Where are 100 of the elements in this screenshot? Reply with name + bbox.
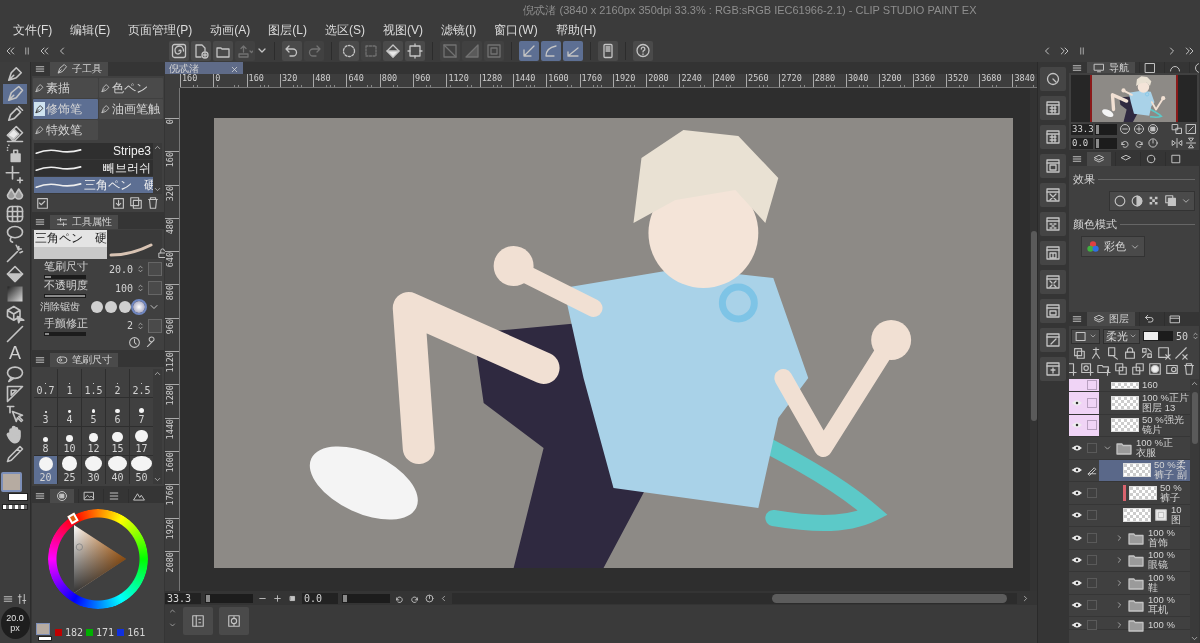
menu-item[interactable]: 滤镜(I)	[432, 21, 486, 39]
brush-name: 빼브러쉬	[103, 159, 151, 177]
size-label: 6	[114, 414, 121, 425]
section-label: 效果	[1073, 172, 1095, 187]
opacity-value: 50	[1176, 330, 1189, 342]
ruler-label: 640	[165, 252, 175, 268]
ruler-label: 3360	[914, 74, 935, 83]
subtool-group-button[interactable]: 油画笔触	[98, 99, 163, 119]
subtool-group-button[interactable]: 特效笔	[33, 120, 98, 140]
brush-size-option[interactable]: 7	[130, 398, 153, 426]
brush-size-option[interactable]: 50	[130, 456, 153, 484]
menu-item[interactable]: 编辑(E)	[61, 21, 120, 39]
layer-row[interactable]: 50 %柔 裤子 副	[1099, 459, 1190, 481]
menu-item[interactable]: 文件(F)	[4, 21, 62, 39]
brush-size-option[interactable]: 5	[82, 398, 105, 426]
subtool-group-button[interactable]: 修饰笔	[33, 99, 98, 119]
size-label: 0.7	[36, 385, 55, 396]
brush-size-option[interactable]: 2.5	[130, 369, 153, 397]
ruler-label: 160	[248, 74, 264, 83]
menu-item[interactable]: 选区(S)	[316, 21, 374, 39]
ruler-label: 960	[415, 74, 431, 83]
size-label: 25	[63, 472, 76, 483]
brush-size-option[interactable]: 3	[34, 398, 57, 426]
brush-size-option[interactable]: 1	[58, 369, 81, 397]
layer-row[interactable]: 100 %正片 图层 13	[1099, 392, 1190, 414]
layer-row[interactable]: 50 %强光 镜片	[1099, 414, 1190, 436]
ruler-label: 2720	[781, 74, 802, 83]
group-label: 色ペン	[111, 80, 148, 96]
zoom-field[interactable]: 33.3	[1071, 123, 1093, 135]
subtool-group-button[interactable]: 素描	[33, 78, 98, 98]
ruler-label: 1120	[165, 352, 175, 373]
ruler-label: 3200	[881, 74, 902, 83]
brush-size-option[interactable]: 10	[58, 427, 81, 455]
brush-size-option[interactable]: 8	[34, 427, 57, 455]
text-tool[interactable]: A	[3, 344, 27, 364]
layer-mode: 100 %	[1148, 527, 1175, 538]
brush-item[interactable]: Stripe3	[34, 143, 153, 160]
menu-item[interactable]: 视图(V)	[374, 21, 432, 39]
angle-field[interactable]: 0.0	[1071, 137, 1093, 149]
panel-tab[interactable]: 图层	[1087, 312, 1135, 326]
layer-name: 裤子 副	[1154, 470, 1187, 481]
layer-mode: 100 %	[1148, 595, 1175, 606]
menu-item[interactable]: 页面管理(P)	[119, 21, 202, 39]
layer-row[interactable]: 50 % 裤子	[1099, 482, 1190, 504]
brush-size-option[interactable]: 30	[82, 456, 105, 484]
brush-size-option[interactable]: 12	[82, 427, 105, 455]
ruler-label: 1280	[481, 74, 503, 83]
property-label: 不透明度	[44, 278, 89, 294]
panel-tab[interactable]: 工具属性	[50, 215, 118, 229]
size-label: 17	[135, 443, 148, 454]
menu-item[interactable]: 帮助(H)	[546, 21, 606, 39]
brush-size-option[interactable]: 17	[130, 427, 153, 455]
layer-row[interactable]: 100 % 耳机	[1099, 594, 1190, 616]
layer-row[interactable]: 100 %正 衣服	[1099, 437, 1190, 459]
brush-size-option[interactable]: 1.5	[82, 369, 105, 397]
layer-mode: 100 %正	[1136, 437, 1173, 448]
brush-size-option[interactable]: 6	[106, 398, 129, 426]
panel-tab[interactable]: 导航	[1087, 62, 1135, 73]
angle-field[interactable]: 0.0	[302, 592, 338, 604]
ruler-label: 3040	[847, 74, 869, 83]
group-label: 特效笔	[46, 122, 82, 138]
layer-row[interactable]: 100 % 首饰	[1099, 527, 1190, 549]
panel-tab[interactable]: 子工具	[50, 62, 108, 76]
layer-name: 衣服	[1136, 447, 1156, 458]
layer-mode: 10	[1171, 505, 1182, 516]
brush-size-option[interactable]: 40	[106, 456, 129, 484]
channel-value: 182	[65, 626, 84, 638]
layer-name: 镜片	[1142, 425, 1162, 436]
ruler-label: 800	[165, 285, 175, 301]
panel-tab[interactable]: 笔刷尺寸	[50, 353, 118, 367]
color-mode-dropdown[interactable]: 彩色	[1081, 236, 1145, 257]
tab-label: 倪忒渚	[169, 62, 199, 75]
brush-size-value: 20.0	[6, 613, 24, 623]
tab-label: 子工具	[72, 62, 102, 76]
brush-size-option[interactable]: 4	[58, 398, 81, 426]
subtool-group-button[interactable]: 色ペン	[98, 78, 163, 98]
zoom-field[interactable]: 33.3	[165, 592, 201, 604]
ruler-label: 480	[165, 218, 175, 235]
property-label: 消除锯齿	[39, 299, 81, 314]
size-label: 12	[87, 443, 100, 454]
brush-size-option[interactable]: 15	[106, 427, 129, 455]
ruler-label: 1440	[165, 418, 175, 440]
layer-row[interactable]: 100 %	[1099, 617, 1190, 633]
layer-mode: 50 %强光	[1142, 415, 1184, 426]
brush-size-option[interactable]: 2	[106, 369, 129, 397]
layer-row[interactable]: 160	[1099, 379, 1190, 391]
menu-item[interactable]: 图层(L)	[259, 21, 316, 39]
layer-row[interactable]: 100 % 眼镜	[1099, 549, 1190, 571]
menu-item[interactable]: 动画(A)	[201, 21, 260, 39]
ruler-label: 2880	[814, 74, 836, 83]
layer-row[interactable]: 10 图	[1099, 504, 1190, 526]
layer-name: 图	[1171, 515, 1182, 526]
blend-mode-dropdown[interactable]: 柔光	[1103, 328, 1140, 344]
menu-item[interactable]: 窗口(W)	[485, 21, 547, 39]
tab-label: 导航	[1109, 62, 1129, 73]
size-label: 15	[111, 443, 124, 454]
size-label: 2.5	[132, 385, 151, 396]
brush-size-option[interactable]: 0.7	[34, 369, 57, 397]
layer-row[interactable]: 100 % 鞋	[1099, 572, 1190, 594]
brush-size-option[interactable]: 25	[58, 456, 81, 484]
